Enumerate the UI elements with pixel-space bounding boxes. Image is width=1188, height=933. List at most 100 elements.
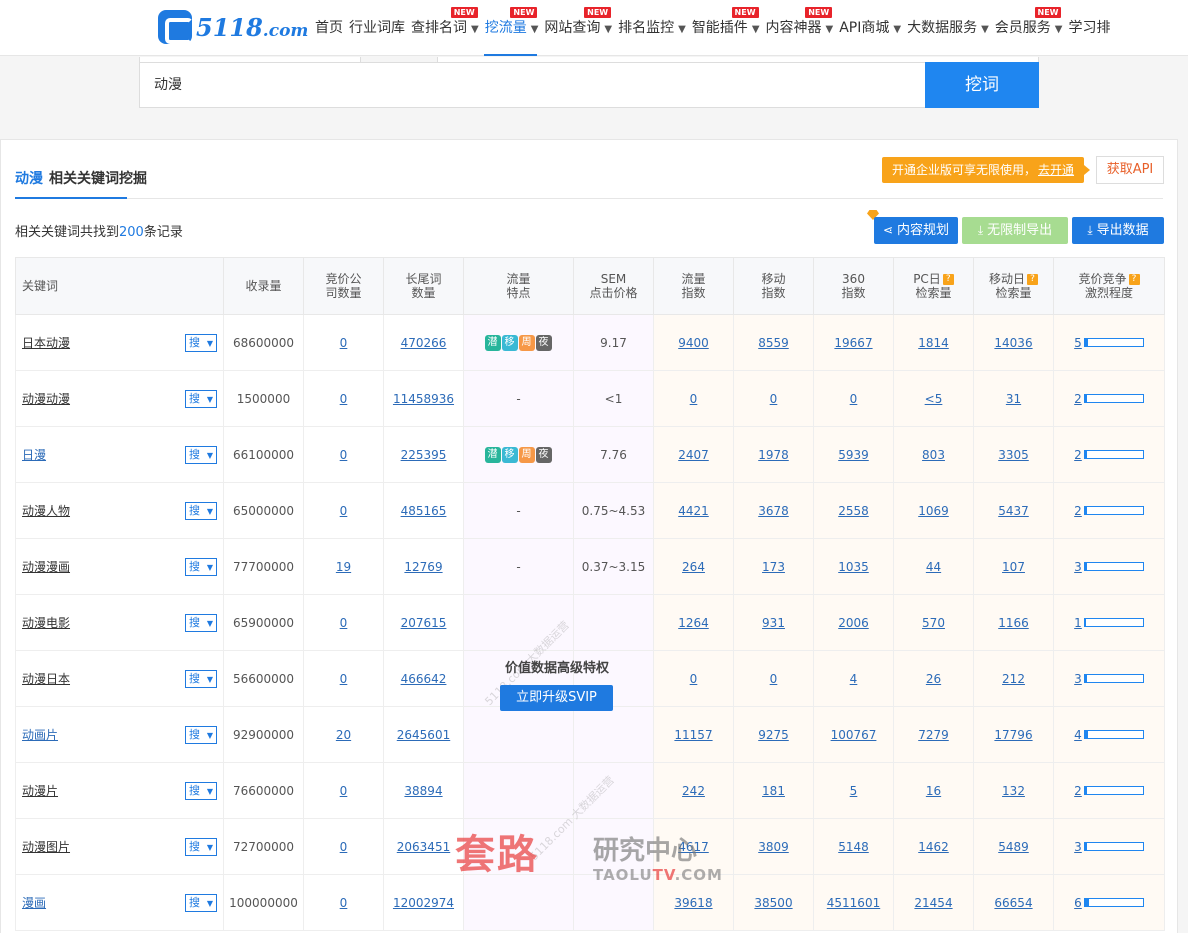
nav-item[interactable]: 会员服务 ▼ NEW [994,0,1068,56]
index-360-link[interactable]: 1035 [838,560,869,574]
traffic-index-link[interactable]: 0 [690,392,698,406]
competition-link[interactable]: 3 [1074,672,1082,686]
mobile-daily-link[interactable]: 212 [1002,672,1025,686]
competition-link[interactable]: 2 [1074,784,1082,798]
bid-companies-link[interactable]: 19 [336,560,351,574]
search-dropdown-button[interactable]: 搜 ▼ [185,558,217,576]
competition-link[interactable]: 6 [1074,896,1082,910]
long-tail-link[interactable]: 470266 [401,336,447,350]
bid-companies-link[interactable]: 0 [340,784,348,798]
bid-companies-link[interactable]: 0 [340,840,348,854]
competition-link[interactable]: 5 [1074,336,1082,350]
mobile-index-link[interactable]: 0 [770,672,778,686]
search-dropdown-button[interactable]: 搜 ▼ [185,838,217,856]
pc-daily-link[interactable]: 803 [922,448,945,462]
mobile-daily-link[interactable]: 14036 [994,336,1032,350]
long-tail-link[interactable]: 225395 [401,448,447,462]
site-logo[interactable]: 5118.com [158,10,308,44]
pc-daily-link[interactable]: 1069 [918,504,949,518]
index-360-link[interactable]: 5 [850,784,858,798]
index-360-link[interactable]: 19667 [834,336,872,350]
mobile-index-link[interactable]: 181 [762,784,785,798]
long-tail-link[interactable]: 2645601 [397,728,450,742]
mobile-index-link[interactable]: 931 [762,616,785,630]
bid-companies-link[interactable]: 0 [340,504,348,518]
pc-daily-link[interactable]: 1462 [918,840,949,854]
content-plan-button[interactable]: ⋖ 内容规划 [874,217,958,244]
upgrade-svip-button[interactable]: 立即升级SVIP [500,685,613,711]
index-360-link[interactable]: 5148 [838,840,869,854]
long-tail-link[interactable]: 38894 [404,784,442,798]
pc-daily-link[interactable]: <5 [925,392,943,406]
traffic-index-link[interactable]: 0 [690,672,698,686]
long-tail-link[interactable]: 485165 [401,504,447,518]
nav-item[interactable]: 首页 [314,0,348,56]
traffic-index-link[interactable]: 242 [682,784,705,798]
index-360-link[interactable]: 2558 [838,504,869,518]
nav-item[interactable]: 学习排 [1067,0,1115,56]
mobile-daily-link[interactable]: 107 [1002,560,1025,574]
pc-daily-link[interactable]: 44 [926,560,941,574]
mobile-index-link[interactable]: 1978 [758,448,789,462]
keyword-link[interactable]: 日本动漫 [22,336,70,350]
long-tail-link[interactable]: 12002974 [393,896,454,910]
traffic-index-link[interactable]: 9400 [678,336,709,350]
mobile-daily-link[interactable]: 5489 [998,840,1029,854]
long-tail-link[interactable]: 11458936 [393,392,454,406]
nav-item[interactable]: 查排名词 ▼ NEW [410,0,484,56]
search-dropdown-button[interactable]: 搜 ▼ [185,502,217,520]
search-dropdown-button[interactable]: 搜 ▼ [185,782,217,800]
index-360-link[interactable]: 100767 [831,728,877,742]
mobile-daily-link[interactable]: 31 [1006,392,1021,406]
bid-companies-link[interactable]: 0 [340,448,348,462]
competition-link[interactable]: 3 [1074,560,1082,574]
keyword-link[interactable]: 动漫人物 [22,504,70,518]
traffic-index-link[interactable]: 39618 [674,896,712,910]
traffic-index-link[interactable]: 1264 [678,616,709,630]
nav-item[interactable]: 行业词库 [348,0,410,56]
index-360-link[interactable]: 2006 [838,616,869,630]
competition-link[interactable]: 2 [1074,504,1082,518]
long-tail-link[interactable]: 2063451 [397,840,450,854]
competition-link[interactable]: 2 [1074,448,1082,462]
index-360-link[interactable]: 5939 [838,448,869,462]
nav-item[interactable]: 大数据服务 ▼ [906,0,994,56]
competition-link[interactable]: 3 [1074,840,1082,854]
bid-companies-link[interactable]: 0 [340,392,348,406]
long-tail-link[interactable]: 207615 [401,616,447,630]
long-tail-link[interactable]: 12769 [404,560,442,574]
keyword-link[interactable]: 日漫 [22,448,46,462]
bid-companies-link[interactable]: 0 [340,616,348,630]
help-icon[interactable]: ? [1027,274,1038,285]
keyword-search-input[interactable]: 动漫 [139,62,926,108]
keyword-link[interactable]: 漫画 [22,896,46,910]
search-dropdown-button[interactable]: 搜 ▼ [185,614,217,632]
mobile-daily-link[interactable]: 66654 [994,896,1032,910]
nav-item[interactable]: 网站查询 ▼ NEW [543,0,617,56]
search-dropdown-button[interactable]: 搜 ▼ [185,334,217,352]
mobile-index-link[interactable]: 3809 [758,840,789,854]
keyword-link[interactable]: 动漫图片 [22,840,70,854]
pc-daily-link[interactable]: 21454 [914,896,952,910]
pc-daily-link[interactable]: 7279 [918,728,949,742]
pc-daily-link[interactable]: 570 [922,616,945,630]
pc-daily-link[interactable]: 1814 [918,336,949,350]
nav-item[interactable]: 排名监控 ▼ [617,0,691,56]
traffic-index-link[interactable]: 264 [682,560,705,574]
export-data-button[interactable]: ⤓ 导出数据 [1072,217,1164,244]
index-360-link[interactable]: 4511601 [827,896,880,910]
dig-words-button[interactable]: 挖词 [925,62,1039,108]
unlimited-export-button[interactable]: ⤓ 无限制导出 [962,217,1068,244]
competition-link[interactable]: 2 [1074,392,1082,406]
search-dropdown-button[interactable]: 搜 ▼ [185,390,217,408]
competition-link[interactable]: 1 [1074,616,1082,630]
traffic-index-link[interactable]: 2407 [678,448,709,462]
nav-item[interactable]: 智能插件 ▼ NEW [691,0,765,56]
mobile-index-link[interactable]: 0 [770,392,778,406]
open-enterprise-link[interactable]: 去开通 [1038,163,1074,177]
pc-daily-link[interactable]: 16 [926,784,941,798]
pc-daily-link[interactable]: 26 [926,672,941,686]
keyword-link[interactable]: 动漫漫画 [22,560,70,574]
get-api-button[interactable]: 获取API [1096,156,1164,184]
bid-companies-link[interactable]: 20 [336,728,351,742]
